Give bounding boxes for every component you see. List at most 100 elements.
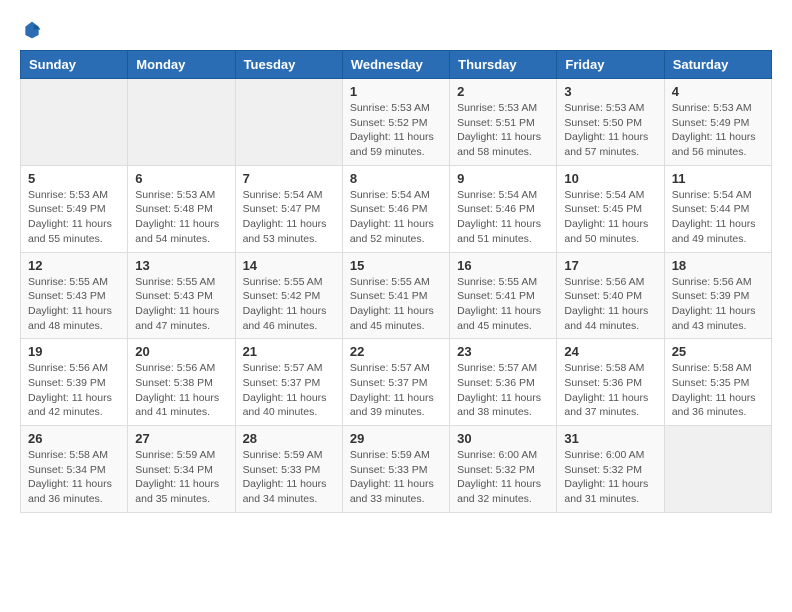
day-info: Sunrise: 5:59 AMSunset: 5:33 PMDaylight:… [243,448,335,507]
day-info: Sunrise: 5:53 AMSunset: 5:52 PMDaylight:… [350,101,442,160]
weekday-header: Sunday [21,51,128,79]
day-number: 17 [564,258,656,273]
day-number: 1 [350,84,442,99]
weekday-header: Friday [557,51,664,79]
calendar-cell: 3 Sunrise: 5:53 AMSunset: 5:50 PMDaylight… [557,79,664,166]
day-info: Sunrise: 5:54 AMSunset: 5:47 PMDaylight:… [243,188,335,247]
calendar-cell: 26Sunrise: 5:58 AMSunset: 5:34 PMDayligh… [21,426,128,513]
day-number: 27 [135,431,227,446]
calendar-cell: 7 Sunrise: 5:54 AMSunset: 5:47 PMDaylight… [235,165,342,252]
day-info: Sunrise: 5:53 AMSunset: 5:49 PMDaylight:… [28,188,120,247]
day-number: 30 [457,431,549,446]
calendar-cell: 17 Sunrise: 5:56 AMSunset: 5:40 PMDayligh… [557,252,664,339]
day-number: 14 [243,258,335,273]
day-number: 20 [135,344,227,359]
day-info: Sunrise: 5:58 AMSunset: 5:36 PMDaylight:… [564,361,656,420]
calendar-cell: 12 Sunrise: 5:55 AMSunset: 5:43 PMDayligh… [21,252,128,339]
day-info: Sunrise: 5:54 AMSunset: 5:46 PMDaylight:… [457,188,549,247]
calendar-cell: 20 Sunrise: 5:56 AMSunset: 5:38 PMDayligh… [128,339,235,426]
calendar-table: SundayMondayTuesdayWednesdayThursdayFrid… [20,50,772,513]
calendar-cell [664,426,771,513]
day-info: Sunrise: 5:54 AMSunset: 5:45 PMDaylight:… [564,188,656,247]
day-number: 12 [28,258,120,273]
calendar-cell: 1 Sunrise: 5:53 AMSunset: 5:52 PMDaylight… [342,79,449,166]
day-number: 9 [457,171,549,186]
day-info: Sunrise: 5:53 AMSunset: 5:50 PMDaylight:… [564,101,656,160]
calendar-week-row: 5 Sunrise: 5:53 AMSunset: 5:49 PMDaylight… [21,165,772,252]
calendar-cell [128,79,235,166]
day-info: Sunrise: 5:55 AMSunset: 5:43 PMDaylight:… [135,275,227,334]
day-number: 10 [564,171,656,186]
day-info: Sunrise: 5:56 AMSunset: 5:40 PMDaylight:… [564,275,656,334]
calendar-week-row: 19 Sunrise: 5:56 AMSunset: 5:39 PMDayligh… [21,339,772,426]
day-info: Sunrise: 5:59 AMSunset: 5:33 PMDaylight:… [350,448,442,507]
day-info: Sunrise: 5:53 AMSunset: 5:51 PMDaylight:… [457,101,549,160]
calendar-cell: 8Sunrise: 5:54 AMSunset: 5:46 PMDaylight… [342,165,449,252]
day-info: Sunrise: 5:55 AMSunset: 5:43 PMDaylight:… [28,275,120,334]
day-number: 3 [564,84,656,99]
weekday-header: Wednesday [342,51,449,79]
day-number: 5 [28,171,120,186]
calendar-cell: 28 Sunrise: 5:59 AMSunset: 5:33 PMDayligh… [235,426,342,513]
day-info: Sunrise: 5:56 AMSunset: 5:39 PMDaylight:… [28,361,120,420]
weekday-header: Monday [128,51,235,79]
day-number: 22 [350,344,442,359]
calendar-week-row: 26Sunrise: 5:58 AMSunset: 5:34 PMDayligh… [21,426,772,513]
calendar-cell: 27 Sunrise: 5:59 AMSunset: 5:34 PMDayligh… [128,426,235,513]
day-info: Sunrise: 5:58 AMSunset: 5:35 PMDaylight:… [672,361,764,420]
day-number: 4 [672,84,764,99]
calendar-cell: 13Sunrise: 5:55 AMSunset: 5:43 PMDayligh… [128,252,235,339]
day-info: Sunrise: 5:57 AMSunset: 5:37 PMDaylight:… [243,361,335,420]
day-number: 28 [243,431,335,446]
calendar-cell: 21Sunrise: 5:57 AMSunset: 5:37 PMDayligh… [235,339,342,426]
calendar-cell: 24 Sunrise: 5:58 AMSunset: 5:36 PMDayligh… [557,339,664,426]
day-number: 19 [28,344,120,359]
day-number: 18 [672,258,764,273]
day-number: 23 [457,344,549,359]
day-info: Sunrise: 5:53 AMSunset: 5:48 PMDaylight:… [135,188,227,247]
calendar-cell: 30 Sunrise: 6:00 AMSunset: 5:32 PMDayligh… [450,426,557,513]
page-header [20,20,772,40]
day-number: 11 [672,171,764,186]
weekday-header: Thursday [450,51,557,79]
weekday-header: Saturday [664,51,771,79]
day-info: Sunrise: 5:55 AMSunset: 5:41 PMDaylight:… [350,275,442,334]
calendar-cell: 6 Sunrise: 5:53 AMSunset: 5:48 PMDaylight… [128,165,235,252]
day-info: Sunrise: 5:57 AMSunset: 5:37 PMDaylight:… [350,361,442,420]
day-number: 2 [457,84,549,99]
calendar-week-row: 1 Sunrise: 5:53 AMSunset: 5:52 PMDaylight… [21,79,772,166]
logo-icon [22,20,42,40]
calendar-cell: 14 Sunrise: 5:55 AMSunset: 5:42 PMDayligh… [235,252,342,339]
day-number: 6 [135,171,227,186]
day-number: 31 [564,431,656,446]
calendar-cell: 22 Sunrise: 5:57 AMSunset: 5:37 PMDayligh… [342,339,449,426]
day-info: Sunrise: 5:55 AMSunset: 5:42 PMDaylight:… [243,275,335,334]
day-number: 8 [350,171,442,186]
day-info: Sunrise: 5:57 AMSunset: 5:36 PMDaylight:… [457,361,549,420]
logo [20,20,42,40]
day-number: 25 [672,344,764,359]
day-info: Sunrise: 5:56 AMSunset: 5:38 PMDaylight:… [135,361,227,420]
day-number: 7 [243,171,335,186]
day-info: Sunrise: 5:58 AMSunset: 5:34 PMDaylight:… [28,448,120,507]
calendar-cell: 31 Sunrise: 6:00 AMSunset: 5:32 PMDayligh… [557,426,664,513]
day-info: Sunrise: 5:53 AMSunset: 5:49 PMDaylight:… [672,101,764,160]
calendar-cell: 25 Sunrise: 5:58 AMSunset: 5:35 PMDayligh… [664,339,771,426]
calendar-cell: 18Sunrise: 5:56 AMSunset: 5:39 PMDayligh… [664,252,771,339]
calendar-cell: 23 Sunrise: 5:57 AMSunset: 5:36 PMDayligh… [450,339,557,426]
day-info: Sunrise: 5:59 AMSunset: 5:34 PMDaylight:… [135,448,227,507]
calendar-cell: 4 Sunrise: 5:53 AMSunset: 5:49 PMDaylight… [664,79,771,166]
weekday-header: Tuesday [235,51,342,79]
calendar-header-row: SundayMondayTuesdayWednesdayThursdayFrid… [21,51,772,79]
day-number: 24 [564,344,656,359]
day-number: 16 [457,258,549,273]
day-number: 29 [350,431,442,446]
day-info: Sunrise: 6:00 AMSunset: 5:32 PMDaylight:… [564,448,656,507]
calendar-cell: 19 Sunrise: 5:56 AMSunset: 5:39 PMDayligh… [21,339,128,426]
calendar-week-row: 12 Sunrise: 5:55 AMSunset: 5:43 PMDayligh… [21,252,772,339]
day-info: Sunrise: 6:00 AMSunset: 5:32 PMDaylight:… [457,448,549,507]
calendar-cell [235,79,342,166]
calendar-cell: 29 Sunrise: 5:59 AMSunset: 5:33 PMDayligh… [342,426,449,513]
calendar-cell [21,79,128,166]
day-info: Sunrise: 5:54 AMSunset: 5:44 PMDaylight:… [672,188,764,247]
